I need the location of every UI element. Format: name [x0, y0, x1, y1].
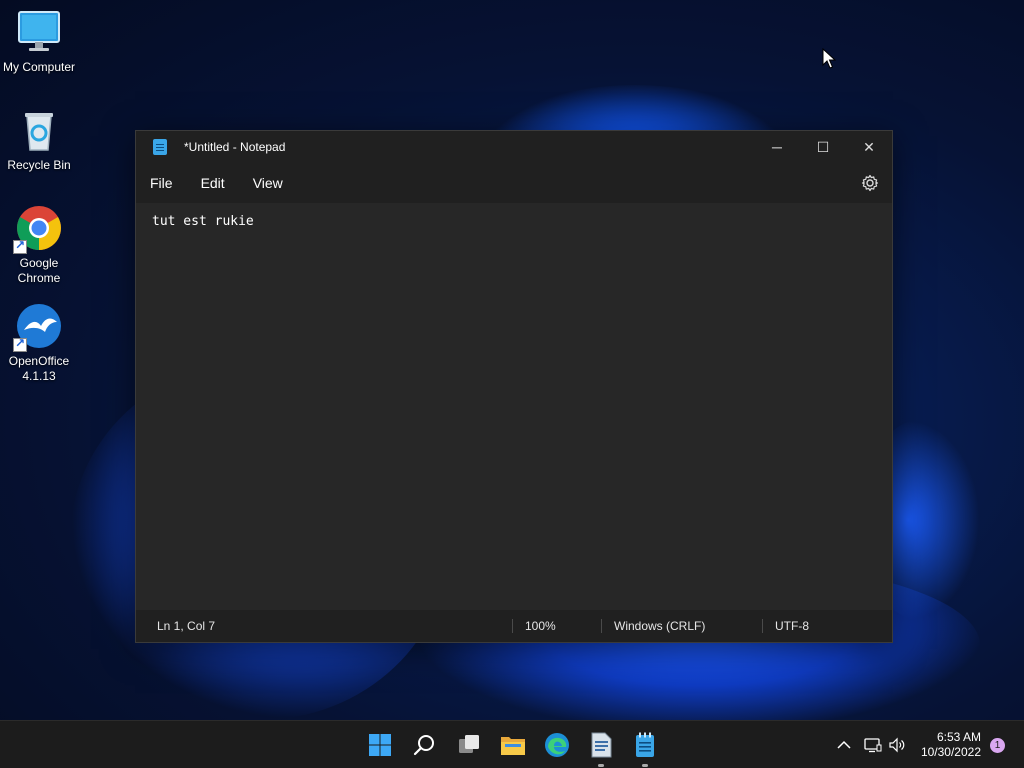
chrome-icon: [13, 204, 63, 254]
clock-time: 6:53 AM: [936, 730, 981, 744]
task-view-button[interactable]: [453, 729, 485, 761]
openoffice-icon: [13, 302, 63, 352]
recycle-bin-icon: [15, 106, 63, 154]
editor-content[interactable]: tut est rukie: [152, 214, 876, 229]
text-editor-area[interactable]: tut est rukie: [136, 203, 892, 610]
start-button[interactable]: [364, 729, 396, 761]
running-indicator: [598, 764, 604, 767]
folder-icon: [501, 737, 525, 755]
notepad-icon: [153, 139, 167, 155]
openoffice-taskbar-button[interactable]: [585, 729, 617, 767]
task-view-icon: [459, 735, 479, 753]
search-button[interactable]: [409, 729, 441, 761]
windows-logo-icon: [369, 734, 391, 756]
desktop-icon-label: Recycle Bin: [7, 158, 71, 172]
desktop-icon-openoffice[interactable]: OpenOffice 4.1.13: [0, 302, 78, 384]
maximize-button[interactable]: ☐: [800, 131, 846, 163]
running-indicator: [642, 764, 648, 767]
desktop-icon-label: My Computer: [2, 60, 76, 74]
mouse-cursor-icon: [822, 47, 837, 75]
volume-button[interactable]: [888, 721, 906, 768]
network-icon: [864, 738, 882, 753]
close-button[interactable]: ✕: [846, 131, 892, 163]
zoom-level: 100%: [525, 619, 556, 633]
shortcut-arrow-icon: [13, 336, 27, 352]
edge-icon: [545, 733, 569, 757]
taskbar: 6:53 AM 10/30/2022 1: [0, 720, 1024, 768]
taskbar-clock[interactable]: 6:53 AM 10/30/2022: [921, 730, 981, 760]
encoding: UTF-8: [775, 619, 809, 633]
notepad-window[interactable]: *Untitled - Notepad ─ ☐ ✕ File Edit View…: [135, 130, 893, 643]
desktop-icon-my-computer[interactable]: My Computer: [0, 8, 78, 75]
desktop-icon-label: OpenOffice 4.1.13: [8, 354, 70, 383]
menu-edit[interactable]: Edit: [187, 168, 239, 198]
settings-gear-icon[interactable]: [860, 173, 880, 193]
menu-file[interactable]: File: [136, 168, 187, 198]
notification-badge[interactable]: 1: [990, 738, 1005, 753]
search-icon: [413, 735, 434, 756]
monitor-icon: [15, 8, 63, 56]
title-bar[interactable]: *Untitled - Notepad ─ ☐ ✕: [136, 131, 892, 163]
notepad-icon: [636, 732, 654, 757]
notepad-taskbar-button[interactable]: [629, 729, 661, 767]
desktop-icon-label: Google Chrome: [17, 256, 61, 285]
menu-view[interactable]: View: [239, 168, 297, 198]
clock-date: 10/30/2022: [920, 745, 981, 759]
chevron-up-icon: [837, 740, 851, 749]
edge-button[interactable]: [541, 729, 573, 761]
cursor-position: Ln 1, Col 7: [157, 619, 216, 633]
speaker-icon: [889, 737, 905, 753]
shortcut-arrow-icon: [13, 238, 27, 254]
desktop-icon-recycle-bin[interactable]: Recycle Bin: [0, 106, 78, 173]
window-title: *Untitled - Notepad: [184, 140, 286, 154]
minimize-button[interactable]: ─: [754, 131, 800, 163]
file-explorer-button[interactable]: [497, 729, 529, 761]
openoffice-document-icon: [591, 732, 612, 758]
network-button[interactable]: [864, 721, 882, 768]
desktop-icon-google-chrome[interactable]: Google Chrome: [0, 204, 78, 286]
menu-bar: File Edit View: [136, 163, 892, 203]
line-ending: Windows (CRLF): [614, 619, 706, 633]
status-bar: Ln 1, Col 7 100% Windows (CRLF) UTF-8: [136, 610, 892, 642]
tray-overflow-button[interactable]: [836, 721, 852, 768]
